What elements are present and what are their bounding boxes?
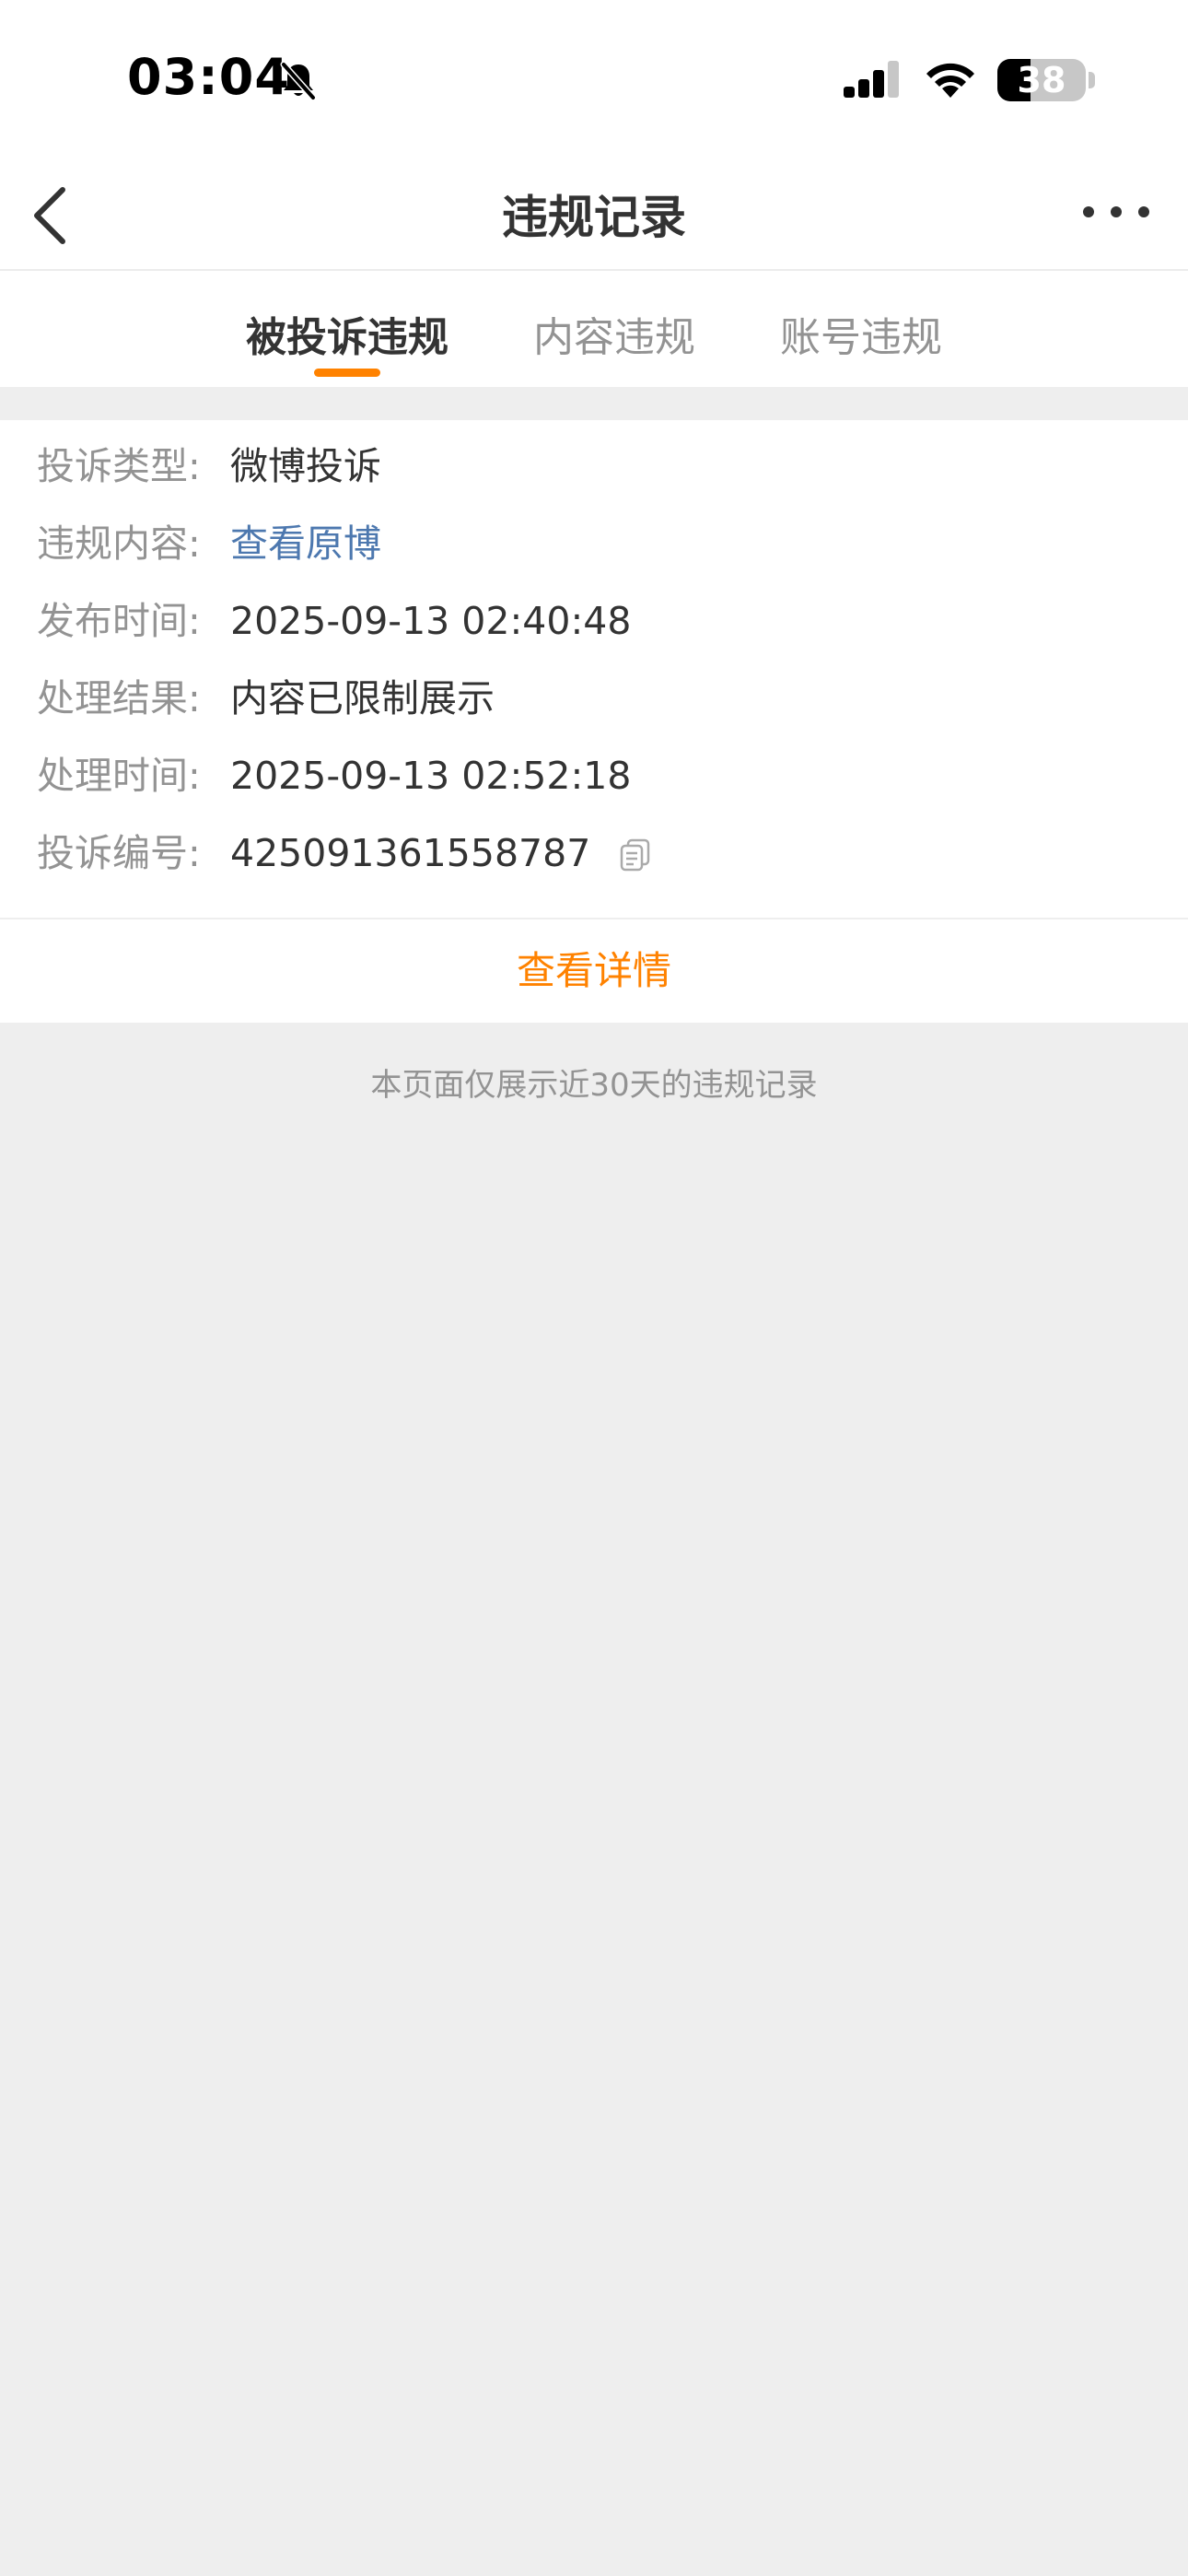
record-label: 发布时间: <box>37 599 201 643</box>
copy-icon[interactable] <box>617 837 654 873</box>
cellular-signal-icon <box>844 61 899 98</box>
tab-account-violations[interactable]: 账号违规 <box>741 304 981 363</box>
battery-level: 38 <box>1017 60 1066 100</box>
record-value: 2025-09-13 02:52:18 <box>230 754 632 798</box>
violation-record-card: 投诉类型: 微博投诉 违规内容: 查看原博 发布时间: 2025-09-13 02:4… <box>0 420 1188 1023</box>
record-row-complaint-type: 投诉类型: 微博投诉 <box>37 439 381 494</box>
record-row-violation-content: 违规内容: 查看原博 <box>37 516 381 571</box>
wifi-icon <box>926 63 974 98</box>
record-label: 违规内容: <box>37 521 201 566</box>
bell-slash-icon <box>280 61 317 101</box>
active-tab-indicator <box>314 369 380 377</box>
battery-icon: 38 <box>997 59 1086 101</box>
footer-note: 本页面仅展示近30天的违规记录 <box>370 1067 818 1104</box>
view-details-button[interactable]: 查看详情 <box>0 919 1188 1023</box>
status-time: 03:04 <box>127 48 290 106</box>
status-bar: 03:04 38 <box>0 0 1188 157</box>
record-label: 投诉编号: <box>37 831 201 875</box>
record-row-complaint-id: 投诉编号: 425091361558787 <box>37 825 654 881</box>
record-row-process-time: 处理时间: 2025-09-13 02:52:18 <box>37 748 631 803</box>
record-value: 微博投诉 <box>230 444 381 488</box>
record-row-publish-time: 发布时间: 2025-09-13 02:40:48 <box>37 593 631 649</box>
record-label: 处理时间: <box>37 754 201 798</box>
nav-bar: 违规记录 <box>0 157 1188 271</box>
tab-bar: 被投诉违规 内容违规 账号违规 <box>0 271 1188 387</box>
more-horizontal-icon[interactable] <box>1079 193 1153 230</box>
complaint-id-value: 425091361558787 <box>230 831 591 875</box>
tab-complaint-violations[interactable]: 被投诉违规 <box>227 304 467 363</box>
record-label: 处理结果: <box>37 676 201 720</box>
record-value: 2025-09-13 02:40:48 <box>230 599 632 643</box>
record-label: 投诉类型: <box>37 444 201 488</box>
tab-content-violations[interactable]: 内容违规 <box>495 304 734 363</box>
page-title: 违规记录 <box>502 191 686 244</box>
record-value: 内容已限制展示 <box>230 676 495 720</box>
record-row-result: 处理结果: 内容已限制展示 <box>37 671 495 726</box>
battery-tip <box>1089 72 1095 88</box>
view-original-post-link[interactable]: 查看原博 <box>230 516 381 571</box>
